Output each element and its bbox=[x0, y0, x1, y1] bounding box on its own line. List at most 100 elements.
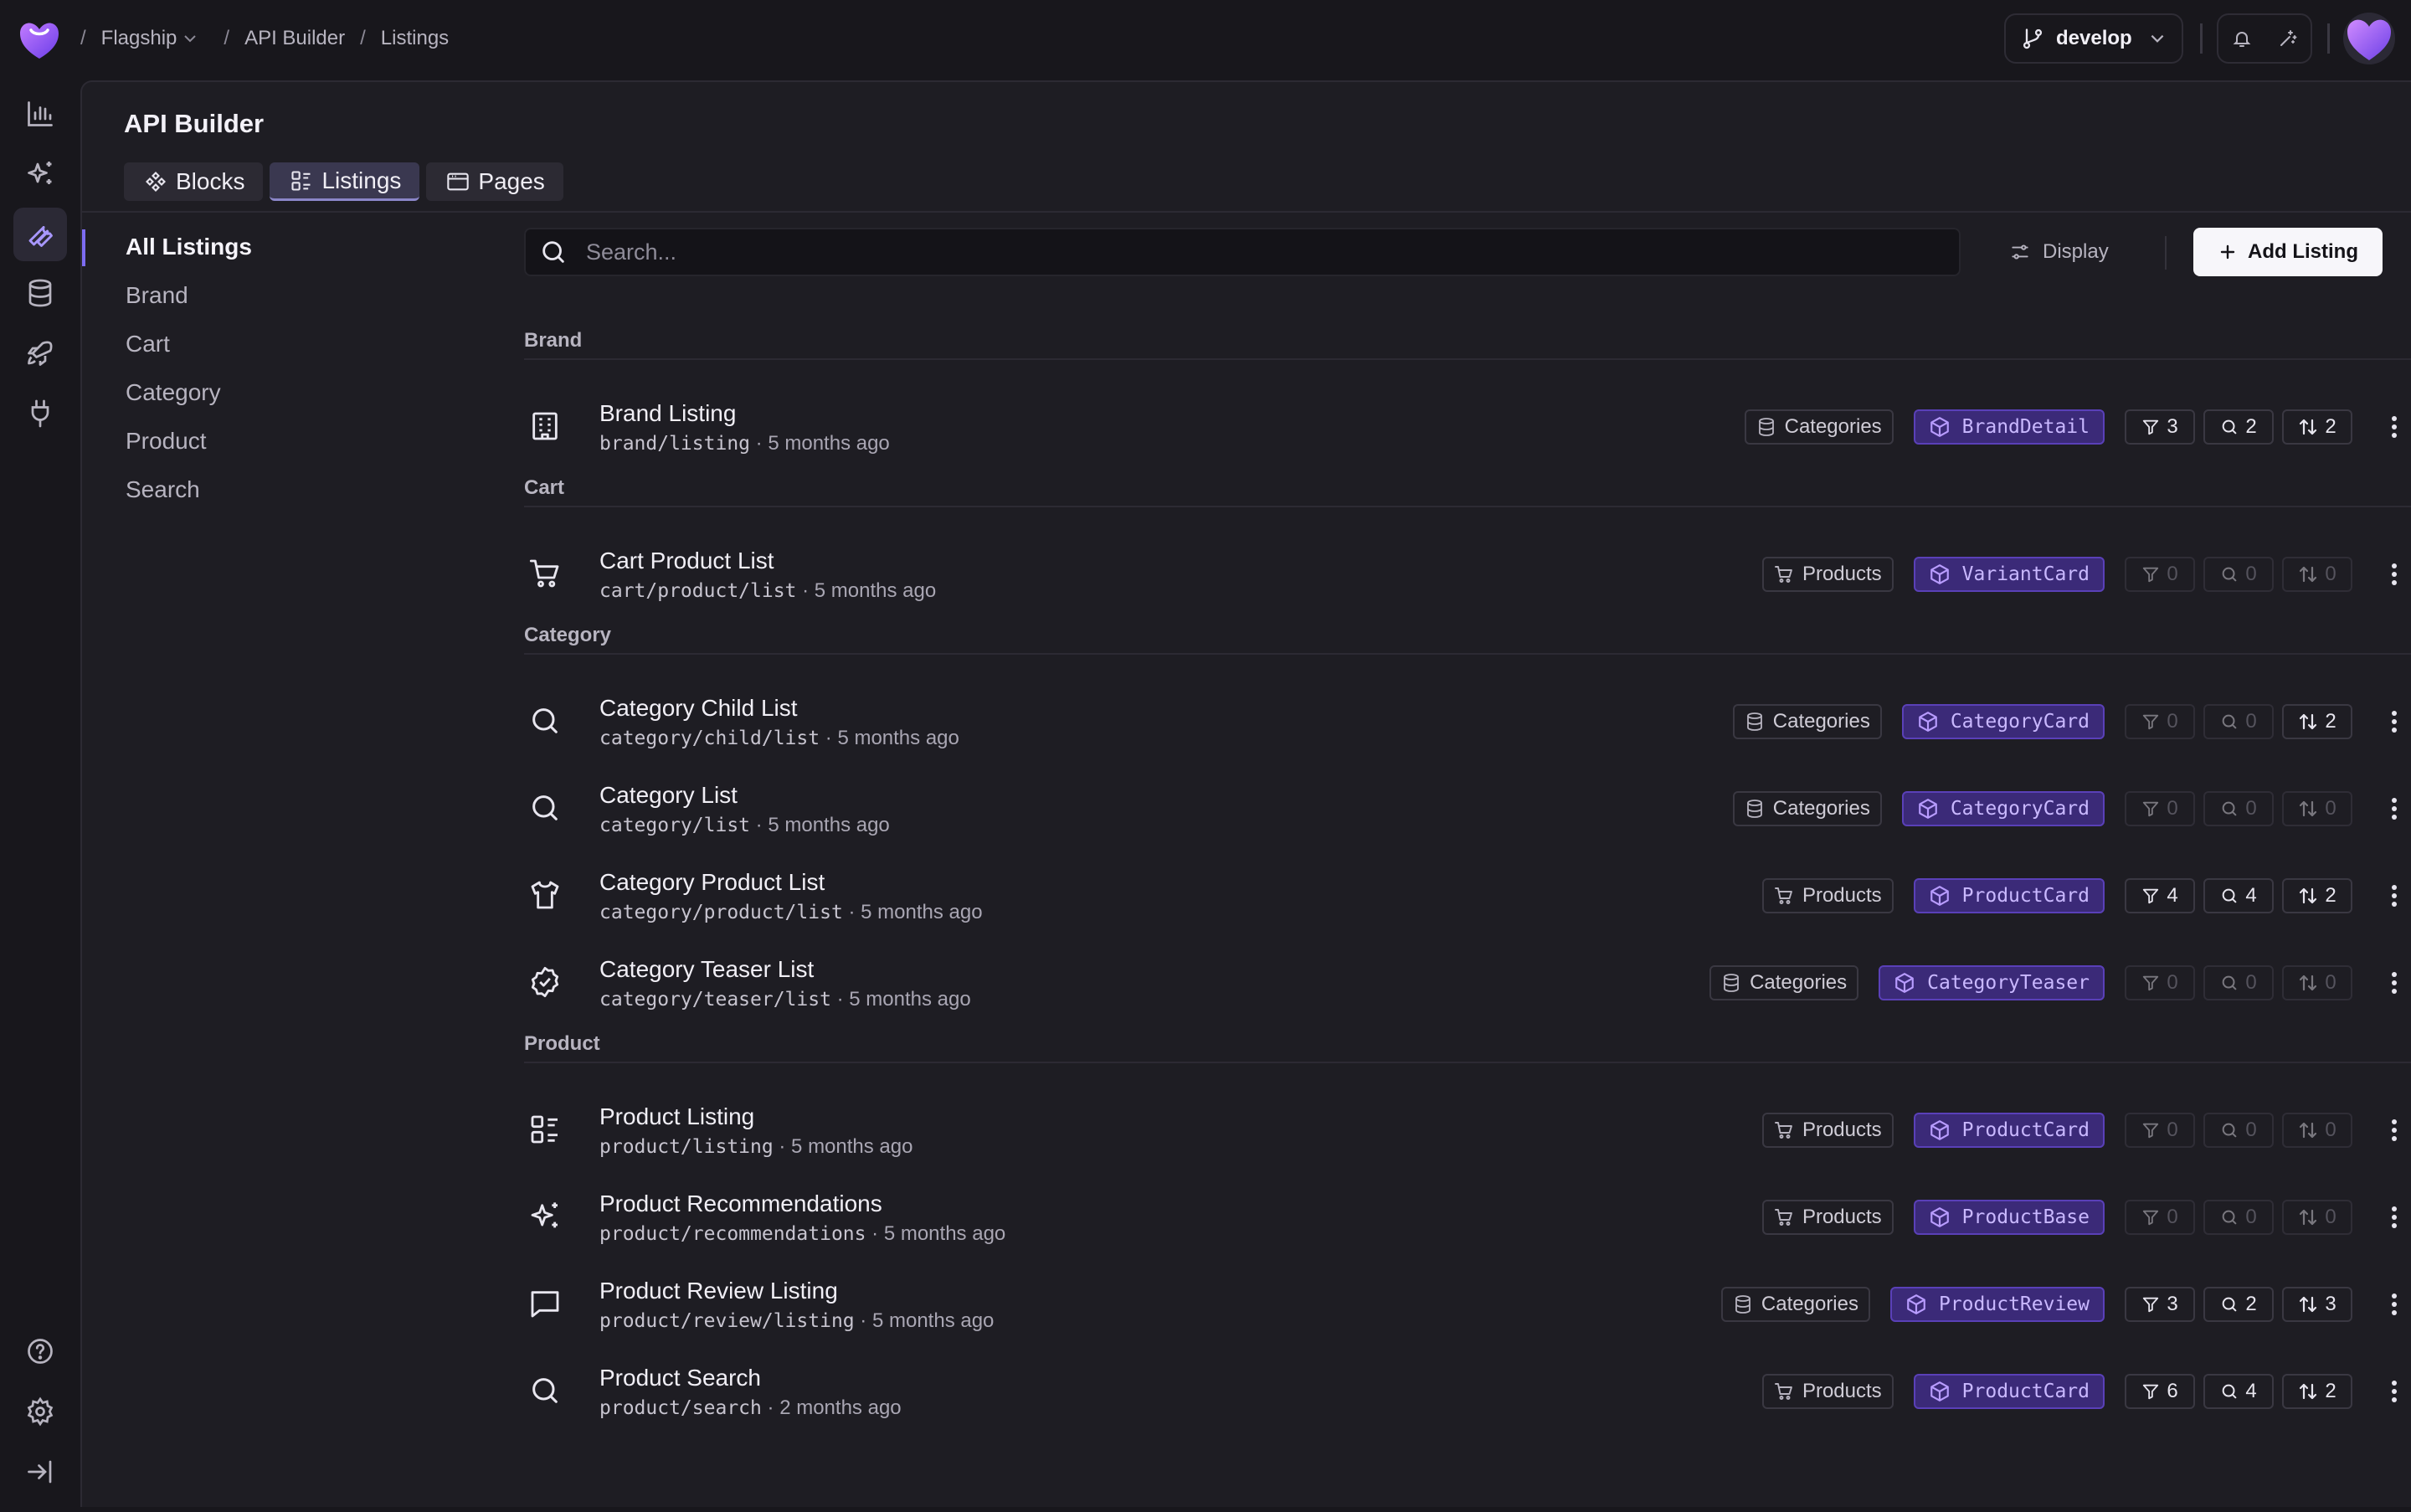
listing-title[interactable]: Product Listing bbox=[599, 1103, 754, 1130]
source-badge[interactable]: Products bbox=[1761, 1374, 1894, 1409]
block-badge[interactable]: CategoryCard bbox=[1901, 791, 2105, 826]
cart-icon bbox=[1774, 886, 1794, 906]
sidenav-item-search[interactable]: Search bbox=[82, 465, 517, 514]
help-icon[interactable] bbox=[13, 1324, 67, 1378]
more-options-icon[interactable] bbox=[2376, 1201, 2411, 1234]
listing-title[interactable]: Product Review Listing bbox=[599, 1278, 838, 1304]
gear-icon[interactable] bbox=[13, 1385, 67, 1438]
database-icon[interactable] bbox=[13, 266, 67, 320]
block-badge[interactable]: CategoryCard bbox=[1901, 704, 2105, 739]
search-count: 2 bbox=[2203, 409, 2274, 445]
block-badge[interactable]: ProductCard bbox=[1913, 1374, 2105, 1409]
listing-row[interactable]: Category Teaser List category/teaser/list… bbox=[524, 939, 2411, 1026]
sidenav-item-product[interactable]: Product bbox=[82, 417, 517, 465]
listing-title[interactable]: Brand Listing bbox=[599, 400, 736, 427]
listing-title[interactable]: Product Search bbox=[599, 1365, 761, 1391]
collapse-sidebar-icon[interactable] bbox=[13, 1445, 67, 1499]
branch-selector[interactable]: develop bbox=[2004, 13, 2183, 64]
listing-row[interactable]: Category List category/list · 5 months ag… bbox=[524, 765, 2411, 852]
filter-icon bbox=[2143, 888, 2159, 904]
listing-row[interactable]: Category Child List category/child/list ·… bbox=[524, 678, 2411, 765]
sort-count: 0 bbox=[2282, 1113, 2352, 1148]
filters-count-value: 3 bbox=[2167, 415, 2178, 438]
listing-row[interactable]: Cart Product List cart/product/list · 5 m… bbox=[524, 531, 2411, 618]
more-options-icon[interactable] bbox=[2376, 1113, 2411, 1147]
search-count: 0 bbox=[2203, 704, 2274, 739]
listing-title[interactable]: Category Child List bbox=[599, 695, 798, 722]
source-badge[interactable]: Products bbox=[1761, 1113, 1894, 1148]
listing-title[interactable]: Cart Product List bbox=[599, 548, 774, 574]
plug-icon[interactable] bbox=[13, 387, 67, 440]
sidenav-item-cart[interactable]: Cart bbox=[82, 320, 517, 368]
tab-blocks[interactable]: Blocks bbox=[124, 162, 264, 201]
filters-count: 0 bbox=[2125, 557, 2195, 592]
breadcrumb-section[interactable]: API Builder bbox=[244, 27, 345, 50]
sidenav-item-all[interactable]: All Listings bbox=[82, 223, 517, 271]
sort-count-value: 0 bbox=[2325, 971, 2336, 994]
sidenav-item-category[interactable]: Category bbox=[82, 368, 517, 417]
tab-pages[interactable]: Pages bbox=[426, 162, 563, 201]
wrench-icon[interactable] bbox=[13, 208, 67, 261]
source-badge[interactable]: Categories bbox=[1732, 791, 1882, 826]
divider bbox=[2327, 23, 2330, 54]
listing-row[interactable]: Brand Listing brand/listing · 5 months ag… bbox=[524, 383, 2411, 471]
breadcrumb-separator: / bbox=[224, 27, 230, 49]
tab-listings[interactable]: Listings bbox=[270, 162, 420, 201]
bell-icon[interactable] bbox=[2232, 28, 2252, 49]
add-listing-button[interactable]: Add Listing bbox=[2193, 228, 2383, 276]
listing-group: Cart Cart Product List cart/product/list ·… bbox=[524, 471, 2411, 618]
block-badge[interactable]: ProductCard bbox=[1913, 878, 2105, 913]
block-badge[interactable]: CategoryTeaser bbox=[1879, 965, 2105, 1000]
search-count-value: 0 bbox=[2245, 563, 2257, 585]
more-options-icon[interactable] bbox=[2376, 1375, 2411, 1408]
sort-count: 3 bbox=[2282, 1287, 2352, 1322]
block-badge[interactable]: BrandDetail bbox=[1913, 409, 2105, 445]
listing-title[interactable]: Category List bbox=[599, 782, 738, 809]
source-badge[interactable]: Products bbox=[1761, 557, 1894, 592]
sidenav-item-brand[interactable]: Brand bbox=[82, 271, 517, 320]
search-input[interactable]: Search... bbox=[586, 239, 676, 265]
sparkles-icon[interactable] bbox=[13, 147, 67, 201]
display-button[interactable]: Display bbox=[2009, 233, 2109, 271]
search-bar[interactable]: Search... bbox=[524, 228, 1961, 276]
sort-icon bbox=[2300, 1296, 2317, 1313]
breadcrumb-page[interactable]: Listings bbox=[381, 27, 449, 50]
more-options-icon[interactable] bbox=[2376, 705, 2411, 738]
source-badge[interactable]: Products bbox=[1761, 1200, 1894, 1235]
listing-row[interactable]: Product Listing product/listing · 5 month… bbox=[524, 1087, 2411, 1174]
listing-row[interactable]: Product Review Listing product/review/lis… bbox=[524, 1261, 2411, 1348]
rocket-icon[interactable] bbox=[13, 327, 67, 380]
more-options-icon[interactable] bbox=[2376, 792, 2411, 825]
source-badge[interactable]: Categories bbox=[1732, 704, 1882, 739]
block-badge[interactable]: ProductCard bbox=[1913, 1113, 2105, 1148]
sort-icon bbox=[2300, 1209, 2317, 1226]
breadcrumb-org[interactable]: Flagship bbox=[101, 27, 199, 50]
more-options-icon[interactable] bbox=[2376, 966, 2411, 1000]
block-badge[interactable]: ProductBase bbox=[1913, 1200, 2105, 1235]
source-badge[interactable]: Categories bbox=[1720, 1287, 1870, 1322]
block-icon bbox=[1918, 712, 1937, 732]
listing-title[interactable]: Category Product List bbox=[599, 869, 825, 896]
analytics-icon[interactable] bbox=[13, 87, 67, 141]
block-badge[interactable]: ProductReview bbox=[1889, 1287, 2105, 1322]
listing-title[interactable]: Category Teaser List bbox=[599, 956, 814, 983]
block-badge[interactable]: VariantCard bbox=[1913, 557, 2105, 592]
source-badge[interactable]: Categories bbox=[1744, 409, 1894, 445]
wand-sparkle-icon[interactable] bbox=[2278, 28, 2298, 49]
avatar[interactable] bbox=[2342, 12, 2396, 65]
source-badge[interactable]: Categories bbox=[1709, 965, 1859, 1000]
source-badge[interactable]: Products bbox=[1761, 878, 1894, 913]
listing-row[interactable]: Product Search product/search · 2 months … bbox=[524, 1348, 2411, 1435]
block-label: VariantCard bbox=[1961, 563, 2090, 585]
listing-title[interactable]: Product Recommendations bbox=[599, 1191, 882, 1217]
listing-row[interactable]: Category Product List category/product/li… bbox=[524, 852, 2411, 939]
more-options-icon[interactable] bbox=[2376, 558, 2411, 591]
add-listing-label: Add Listing bbox=[2248, 240, 2358, 263]
more-options-icon[interactable] bbox=[2376, 879, 2411, 913]
app-logo-icon[interactable] bbox=[17, 17, 62, 62]
search-icon bbox=[524, 787, 566, 829]
search-icon bbox=[2222, 1123, 2237, 1138]
more-options-icon[interactable] bbox=[2376, 410, 2411, 444]
listing-row[interactable]: Product Recommendations product/recommend… bbox=[524, 1174, 2411, 1261]
more-options-icon[interactable] bbox=[2376, 1288, 2411, 1321]
